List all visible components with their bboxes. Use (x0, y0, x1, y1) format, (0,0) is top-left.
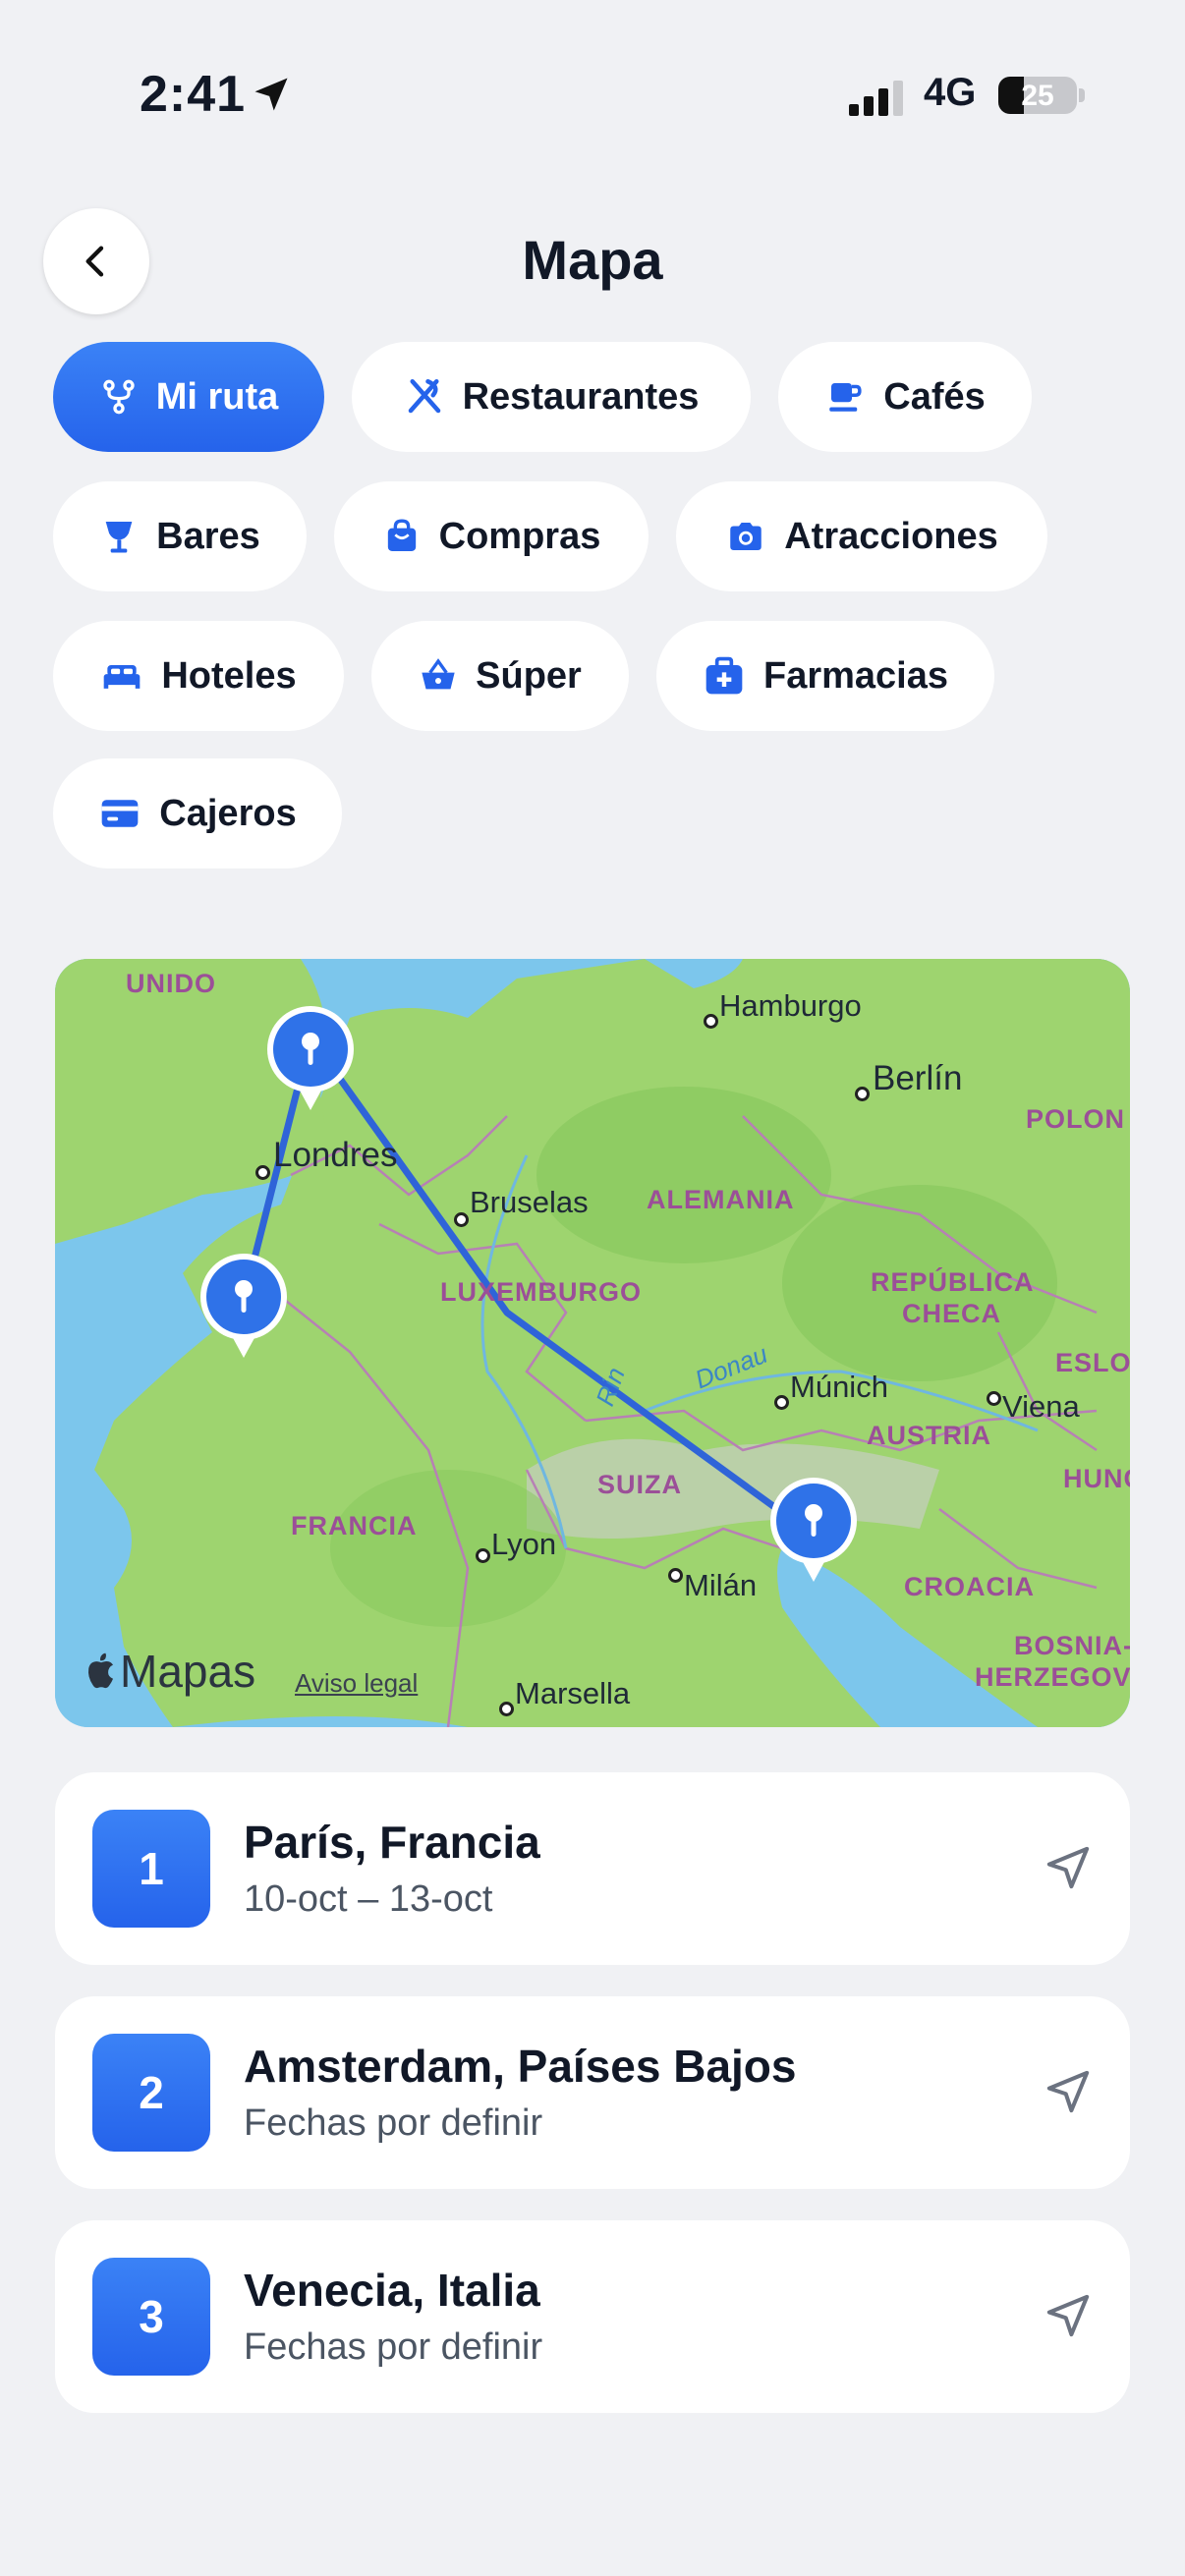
destination-dates: Fechas por definir (244, 2326, 543, 2368)
chip-cafes[interactable]: Cafés (778, 342, 1032, 452)
chip-hoteles[interactable]: Hoteles (53, 621, 344, 731)
map-country-label: FRANCIA (291, 1511, 418, 1540)
map-country-label: UNIDO (126, 969, 216, 998)
map-country-label: POLON (1026, 1104, 1126, 1134)
destination-card[interactable]: 3 Venecia, Italia Fechas por definir (55, 2220, 1130, 2413)
chip-label: Restaurantes (462, 375, 700, 418)
chip-compras[interactable]: Compras (334, 481, 649, 591)
apple-logo-icon (87, 1652, 114, 1689)
legal-notice-link[interactable]: Aviso legal (295, 1668, 418, 1699)
map-country-label: CHECA (902, 1299, 1002, 1328)
cocktail-glass-icon (105, 522, 133, 553)
city-dot (454, 1212, 469, 1227)
chip-label: Farmacias (762, 654, 948, 697)
chip-bares[interactable]: Bares (53, 481, 307, 591)
credit-card-icon (101, 800, 139, 827)
cellular-signal-icon (849, 81, 903, 116)
destination-number-badge: 1 (92, 1810, 210, 1928)
map-country-label: CROACIA (904, 1572, 1035, 1601)
map-pin-paris[interactable] (198, 1252, 289, 1360)
chip-farmacias[interactable]: Farmacias (656, 621, 994, 731)
destination-dates: 10-oct – 13-oct (244, 1878, 493, 1920)
navigation-arrow-icon[interactable] (1042, 2289, 1095, 2342)
city-label: Berlín (873, 1059, 963, 1097)
chip-label: Atracciones (784, 515, 998, 557)
destination-card[interactable]: 2 Amsterdam, Países Bajos Fechas por def… (55, 1996, 1130, 2189)
shopping-bag-icon (387, 519, 416, 551)
map-country-label: SUIZA (597, 1470, 682, 1499)
chip-label: Cajeros (159, 792, 297, 834)
city-dot (255, 1165, 270, 1180)
city-dot (476, 1548, 490, 1563)
city-label: Viena (1002, 1389, 1080, 1424)
city-label: Hamburgo (719, 988, 862, 1023)
chip-cajeros[interactable]: Cajeros (53, 758, 342, 868)
coffee-cup-icon (829, 383, 862, 412)
navigation-arrow-icon[interactable] (1042, 2065, 1095, 2118)
chip-label: Mi ruta (155, 375, 279, 418)
map-country-label: LUXEMBURGO (440, 1277, 642, 1307)
city-label: Marsella (515, 1676, 631, 1710)
fork-knife-icon (408, 378, 440, 414)
destination-card[interactable]: 1 París, Francia 10-oct – 13-oct (55, 1772, 1130, 1965)
battery-cap (1079, 88, 1085, 102)
first-aid-kit-icon (705, 656, 743, 695)
basket-icon (422, 658, 455, 690)
battery-icon: 25 (998, 77, 1077, 114)
chip-label: Cafés (883, 375, 986, 418)
destination-dates: Fechas por definir (244, 2102, 543, 2144)
chip-label: Compras (438, 515, 601, 557)
page-title: Mapa (522, 229, 663, 291)
maps-logo-text: Mapas (120, 1646, 256, 1697)
chip-restaurantes[interactable]: Restaurantes (352, 342, 751, 452)
chip-label: Súper (476, 654, 582, 697)
city-label: Bruselas (470, 1185, 589, 1219)
map-country-label: HUNG (1063, 1464, 1130, 1493)
camera-icon (730, 523, 762, 550)
map-country-label: ALEMANIA (647, 1185, 795, 1214)
chip-mi-ruta[interactable]: Mi ruta (53, 342, 324, 452)
destination-name: Amsterdam, Países Bajos (244, 2041, 797, 2092)
city-dot (704, 1014, 718, 1029)
city-label: Londres (273, 1136, 398, 1174)
route-map[interactable]: UNIDO POLON ALEMANIA LUXEMBURGO REPÚBLIC… (55, 959, 1130, 1727)
city-dot (499, 1702, 514, 1716)
map-country-label: HERZEGOVI (975, 1662, 1130, 1692)
city-label: Múnich (790, 1370, 888, 1404)
navigation-arrow-icon[interactable] (1042, 1841, 1095, 1894)
network-type: 4G (924, 71, 977, 114)
location-arrow-icon (254, 78, 288, 111)
chip-label: Hoteles (161, 654, 297, 697)
chip-super[interactable]: Súper (371, 621, 629, 731)
city-dot (668, 1568, 683, 1583)
route-icon (103, 379, 135, 415)
battery-level: 25 (1021, 80, 1054, 112)
bed-icon (104, 665, 141, 689)
city-label: Milán (684, 1568, 758, 1602)
status-time: 2:41 (140, 66, 247, 123)
destination-number-badge: 3 (92, 2258, 210, 2376)
map-country-label: ESLOV (1055, 1348, 1130, 1377)
map-pin-amsterdam[interactable] (265, 1004, 356, 1112)
map-country-label: REPÚBLICA (871, 1267, 1035, 1297)
chip-atracciones[interactable]: Atracciones (676, 481, 1047, 591)
city-dot (855, 1087, 870, 1101)
map-country-label: AUSTRIA (867, 1421, 991, 1450)
city-dot (987, 1391, 1001, 1406)
map-country-label: BOSNIA- (1014, 1631, 1130, 1660)
destination-name: París, Francia (244, 1817, 540, 1868)
destination-name: Venecia, Italia (244, 2265, 540, 2316)
city-dot (774, 1395, 789, 1410)
map-pin-venecia[interactable] (768, 1476, 859, 1584)
destination-number-badge: 2 (92, 2034, 210, 2152)
chip-label: Bares (156, 515, 260, 557)
city-label: Lyon (491, 1527, 557, 1561)
apple-maps-logo: Mapas (85, 1645, 255, 1698)
